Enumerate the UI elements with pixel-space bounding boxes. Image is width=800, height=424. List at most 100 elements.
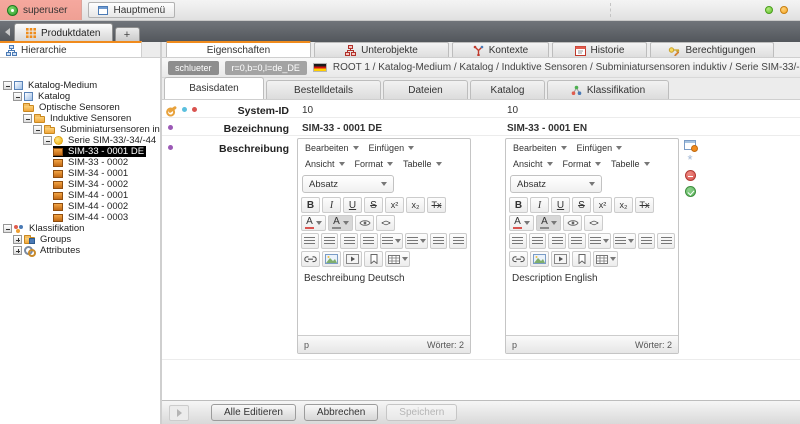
table-button[interactable] bbox=[385, 251, 410, 267]
underline-button[interactable]: U bbox=[551, 197, 570, 213]
collapse-icon[interactable] bbox=[3, 224, 12, 233]
superscript-button[interactable]: x² bbox=[385, 197, 404, 213]
background-color-button[interactable]: A bbox=[536, 215, 561, 231]
tree-item[interactable]: SIM-44 - 0002 bbox=[0, 201, 160, 212]
indent-button[interactable] bbox=[449, 233, 467, 249]
paragraph-format-select[interactable]: Absatz bbox=[302, 175, 394, 193]
outdent-button[interactable] bbox=[430, 233, 448, 249]
align-left-button[interactable] bbox=[301, 233, 319, 249]
cancel-button[interactable]: Abbrechen bbox=[304, 404, 378, 421]
menu-format[interactable]: Format bbox=[558, 156, 607, 172]
tree-item[interactable]: Groups bbox=[0, 234, 160, 245]
align-center-button[interactable] bbox=[321, 233, 339, 249]
tree-item[interactable]: Katalog bbox=[0, 91, 160, 102]
source-code-button[interactable]: <> bbox=[584, 215, 603, 231]
align-right-button[interactable] bbox=[340, 233, 358, 249]
tree-item[interactable]: SIM-44 - 0001 bbox=[0, 190, 160, 201]
menu-bearbeiten[interactable]: Bearbeiten bbox=[300, 140, 364, 156]
next-button[interactable] bbox=[169, 405, 189, 421]
tree-item[interactable]: SIM-34 - 0001 bbox=[0, 168, 160, 179]
tab-kontexte[interactable]: Kontexte bbox=[452, 42, 549, 57]
align-justify-button[interactable] bbox=[360, 233, 378, 249]
menu-bearbeiten[interactable]: Bearbeiten bbox=[508, 140, 572, 156]
new-tab-button[interactable]: + bbox=[115, 27, 140, 42]
edit-all-button[interactable]: Alle Editieren bbox=[211, 404, 296, 421]
anchor-button[interactable] bbox=[364, 251, 383, 267]
menu-ansicht[interactable]: Ansicht bbox=[300, 156, 350, 172]
tree-item[interactable]: Serie SIM-33/-34/-44 bbox=[0, 135, 160, 146]
menu-tabelle[interactable]: Tabelle bbox=[606, 156, 655, 172]
tab-scroll-left-button[interactable] bbox=[0, 21, 14, 42]
tree-item[interactable]: SIM-33 - 0002 bbox=[0, 157, 160, 168]
italic-button[interactable]: I bbox=[530, 197, 549, 213]
expand-icon[interactable] bbox=[13, 235, 22, 244]
background-color-button[interactable]: A bbox=[328, 215, 353, 231]
preview-button[interactable] bbox=[563, 215, 582, 231]
insert-link-button[interactable] bbox=[509, 251, 528, 267]
tree-item[interactable]: Klassifikation bbox=[0, 223, 160, 234]
bold-button[interactable]: B bbox=[509, 197, 528, 213]
menu-einfuegen[interactable]: Einfügen bbox=[572, 140, 628, 156]
italic-button[interactable]: I bbox=[322, 197, 341, 213]
collapse-icon[interactable] bbox=[3, 81, 12, 90]
remove-value-icon[interactable] bbox=[685, 170, 696, 181]
apply-value-icon[interactable] bbox=[685, 186, 696, 197]
source-code-button[interactable]: <> bbox=[376, 215, 395, 231]
align-right-button[interactable] bbox=[548, 233, 566, 249]
bullet-list-button[interactable] bbox=[588, 233, 611, 249]
menu-einfuegen[interactable]: Einfügen bbox=[364, 140, 420, 156]
text-color-button[interactable]: A bbox=[301, 215, 326, 231]
clear-formatting-button[interactable]: Tx bbox=[635, 197, 654, 213]
tab-basisdaten[interactable]: Basisdaten bbox=[164, 77, 264, 99]
collapse-icon[interactable] bbox=[33, 125, 42, 134]
clear-formatting-button[interactable]: Tx bbox=[427, 197, 446, 213]
tab-bestelldetails[interactable]: Bestelldetails bbox=[266, 80, 381, 99]
insert-image-button[interactable] bbox=[530, 251, 549, 267]
align-left-button[interactable] bbox=[509, 233, 527, 249]
tab-eigenschaften[interactable]: Eigenschaften bbox=[166, 41, 311, 57]
collapse-icon[interactable] bbox=[13, 92, 22, 101]
tree-item-selected[interactable]: SIM-33 - 0001 DE bbox=[0, 146, 160, 157]
insert-image-button[interactable] bbox=[322, 251, 341, 267]
tree-item[interactable]: Attributes bbox=[0, 245, 160, 256]
collapse-icon[interactable] bbox=[43, 136, 52, 145]
menu-tabelle[interactable]: Tabelle bbox=[398, 156, 447, 172]
menu-ansicht[interactable]: Ansicht bbox=[508, 156, 558, 172]
underline-button[interactable]: U bbox=[343, 197, 362, 213]
tree-item[interactable]: Subminiatursensoren induktiv bbox=[0, 124, 160, 135]
tree-item[interactable]: Katalog-Medium bbox=[0, 80, 160, 91]
strikethrough-button[interactable]: S bbox=[572, 197, 591, 213]
editor-content-de[interactable]: Beschreibung Deutsch bbox=[298, 269, 470, 335]
text-color-button[interactable]: A bbox=[509, 215, 534, 231]
superscript-button[interactable]: x² bbox=[593, 197, 612, 213]
align-center-button[interactable] bbox=[529, 233, 547, 249]
open-popup-editor-icon[interactable] bbox=[684, 140, 696, 150]
insert-link-button[interactable] bbox=[301, 251, 320, 267]
numbered-list-button[interactable] bbox=[613, 233, 636, 249]
menu-format[interactable]: Format bbox=[350, 156, 399, 172]
tab-hierarchie[interactable]: Hierarchie bbox=[0, 41, 142, 57]
strikethrough-button[interactable]: S bbox=[364, 197, 383, 213]
tree-item[interactable]: Optische Sensoren bbox=[0, 102, 160, 113]
tab-dateien[interactable]: Dateien bbox=[383, 80, 468, 99]
anchor-button[interactable] bbox=[572, 251, 591, 267]
tab-klassifikation[interactable]: Klassifikation bbox=[547, 80, 669, 99]
editor-content-en[interactable]: Description English bbox=[506, 269, 678, 335]
tree-item[interactable]: SIM-34 - 0002 bbox=[0, 179, 160, 190]
table-button[interactable] bbox=[593, 251, 618, 267]
tab-berechtigungen[interactable]: Berechtigungen bbox=[650, 42, 774, 57]
tab-historie[interactable]: Historie bbox=[552, 42, 647, 57]
insert-media-button[interactable] bbox=[343, 251, 362, 267]
preview-button[interactable] bbox=[355, 215, 374, 231]
subscript-button[interactable]: x₂ bbox=[614, 197, 633, 213]
tab-produktdaten[interactable]: Produktdaten bbox=[14, 23, 113, 42]
insert-media-button[interactable] bbox=[551, 251, 570, 267]
tree-item[interactable]: Induktive Sensoren bbox=[0, 113, 160, 124]
tab-unterobjekte[interactable]: Unterobjekte bbox=[314, 42, 449, 57]
current-user-chip[interactable]: superuser bbox=[0, 0, 82, 20]
paragraph-format-select[interactable]: Absatz bbox=[510, 175, 602, 193]
indent-button[interactable] bbox=[657, 233, 675, 249]
expand-icon[interactable] bbox=[13, 246, 22, 255]
save-button[interactable]: Speichern bbox=[386, 404, 457, 421]
subscript-button[interactable]: x₂ bbox=[406, 197, 425, 213]
